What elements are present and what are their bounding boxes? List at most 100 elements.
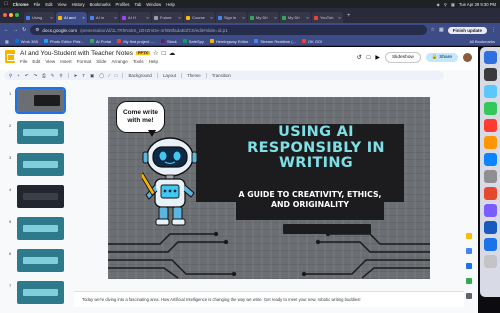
tab-close-icon[interactable]: ✕	[82, 16, 85, 20]
slide-thumbnail[interactable]	[17, 153, 64, 176]
menubar-item[interactable]: History	[72, 2, 85, 7]
calendar-icon[interactable]	[483, 119, 497, 132]
bookmark-item[interactable]: Slack	[160, 39, 177, 44]
word-icon[interactable]	[483, 221, 497, 234]
keep-icon[interactable]	[466, 233, 472, 239]
reload-icon[interactable]: ↻	[22, 27, 26, 33]
bookmark-item[interactable]: OK GO!	[301, 39, 322, 44]
bookmark-item[interactable]: Hemingway Editor	[209, 39, 248, 44]
menu-slide[interactable]: Slide	[96, 59, 106, 64]
browser-tab[interactable]: My Dri ✕	[280, 12, 311, 23]
safari-icon[interactable]	[483, 85, 497, 98]
browser-tab[interactable]: AI and ✕	[56, 12, 87, 23]
chrome-icon[interactable]	[483, 187, 497, 200]
browser-tab[interactable]: Using ✕	[24, 12, 55, 23]
move-folder-icon[interactable]: □	[162, 50, 166, 57]
menu-kebab-icon[interactable]: ⋮	[491, 27, 496, 33]
maps-icon[interactable]	[466, 278, 472, 284]
thumbnail-row[interactable]: 2	[0, 121, 70, 147]
finder-icon[interactable]	[483, 51, 497, 64]
shape-icon[interactable]: ◯	[99, 73, 104, 79]
settings-icon[interactable]	[483, 170, 497, 183]
menu-help[interactable]: Help	[149, 59, 158, 64]
forward-icon[interactable]: →	[13, 27, 18, 33]
browser-tab[interactable]: YouTub ✕	[312, 12, 343, 23]
star-icon[interactable]: ☆	[153, 49, 159, 57]
launchpad-icon[interactable]	[483, 68, 497, 81]
bookmark-item[interactable]: Photo Editor Pixlr...	[43, 39, 84, 44]
menubar-item[interactable]: Window	[146, 2, 161, 7]
slide-thumbnail[interactable]	[17, 249, 64, 272]
all-bookmarks-button[interactable]: All Bookmarks	[469, 39, 495, 44]
close-window-button[interactable]	[3, 13, 7, 17]
menubar-app-name[interactable]: Chrome	[13, 2, 29, 7]
meet-icon[interactable]: ▶	[375, 54, 380, 61]
thumbnail-row[interactable]: 4	[0, 185, 70, 211]
wifi-icon[interactable]: ◈	[437, 2, 440, 7]
add-on-icon[interactable]	[466, 293, 472, 299]
new-slide-icon[interactable]: +	[17, 73, 20, 78]
search-icon[interactable]: ⚲	[444, 2, 447, 7]
tab-close-icon[interactable]: ✕	[306, 16, 309, 20]
menu-file[interactable]: File	[20, 59, 27, 64]
menu-view[interactable]: View	[45, 59, 55, 64]
bookmark-item[interactable]: My first project -...	[117, 39, 155, 44]
tab-close-icon[interactable]: ✕	[274, 16, 277, 20]
extensions-icon[interactable]: ▦	[439, 27, 444, 33]
menubar-item[interactable]: Profiles	[116, 2, 130, 7]
site-info-icon[interactable]: ⚙	[35, 27, 39, 33]
cloud-status-icon[interactable]: ☁	[169, 49, 176, 57]
theme-button[interactable]: Theme	[187, 73, 201, 78]
slide-thumbnail[interactable]	[17, 217, 64, 240]
menubar-clock[interactable]: Tue Apr 29 9:30 PM	[459, 2, 496, 7]
menubar-item[interactable]: Help	[166, 2, 175, 7]
thumbnail-row[interactable]: 7	[0, 281, 70, 307]
finish-update-button[interactable]: Finish update	[447, 26, 487, 34]
browser-tab[interactable]: Future ✕	[152, 12, 183, 23]
apple-icon[interactable]: 	[4, 1, 8, 7]
thumbnail-row[interactable]: 1	[0, 87, 70, 115]
cursor-icon[interactable]: ➤	[74, 73, 78, 79]
tab-close-icon[interactable]: ✕	[114, 16, 117, 20]
bookmark-item[interactable]: Work 365	[14, 39, 38, 44]
comments-icon[interactable]: □	[367, 55, 371, 61]
browser-tab[interactable]: AI H ✕	[120, 12, 151, 23]
background-button[interactable]: Background	[128, 73, 151, 78]
thumbnail-row[interactable]: 6	[0, 249, 70, 275]
slides-logo-icon[interactable]	[5, 50, 15, 63]
new-tab-button[interactable]: +	[344, 13, 354, 19]
contacts-icon[interactable]	[466, 263, 472, 269]
layout-button[interactable]: Layout	[163, 73, 176, 78]
zoom-app-icon[interactable]	[483, 238, 497, 251]
teams-icon[interactable]	[483, 204, 497, 217]
tab-close-icon[interactable]: ✕	[178, 16, 181, 20]
tab-close-icon[interactable]: ✕	[50, 16, 53, 20]
minimize-window-button[interactable]	[9, 13, 13, 17]
transition-button[interactable]: Transition	[212, 73, 231, 78]
menu-format[interactable]: Format	[77, 59, 92, 64]
photos-icon[interactable]	[483, 136, 497, 149]
tab-close-icon[interactable]: ✕	[210, 16, 213, 20]
menubar-item[interactable]: Bookmarks	[90, 2, 111, 7]
menubar-item[interactable]: File	[34, 2, 41, 7]
zoom-icon[interactable]: ⚲	[59, 73, 62, 79]
address-bar[interactable]: ⚙ docs.google.com/presentation/d/1L7RhNo…	[30, 25, 427, 35]
tab-close-icon[interactable]: ✕	[146, 16, 149, 20]
slide-thumbnail[interactable]	[17, 121, 64, 144]
slide-canvas[interactable]: USING AI RESPONSIBLY IN WRITING A GUIDE …	[108, 97, 430, 279]
text-box-icon[interactable]: T	[82, 73, 85, 78]
menu-edit[interactable]: Edit	[32, 59, 40, 64]
menu-insert[interactable]: Insert	[60, 59, 72, 64]
bookmark-star-icon[interactable]: ☆	[431, 27, 435, 33]
menubar-item[interactable]: Edit	[45, 2, 52, 7]
line-icon[interactable]: ∕	[109, 73, 110, 78]
slide-thumbnail[interactable]	[17, 281, 64, 304]
menubar-item[interactable]: Tab	[135, 2, 142, 7]
zoom-window-button[interactable]	[15, 13, 19, 17]
menu-arrange[interactable]: Arrange	[111, 59, 127, 64]
speech-bubble[interactable]: Come write with me!	[116, 101, 165, 133]
image-icon[interactable]: ▣	[90, 73, 94, 79]
redo-icon[interactable]: ↷	[33, 73, 37, 79]
trash-icon[interactable]	[483, 255, 497, 268]
thumbnail-row[interactable]: 5	[0, 217, 70, 243]
